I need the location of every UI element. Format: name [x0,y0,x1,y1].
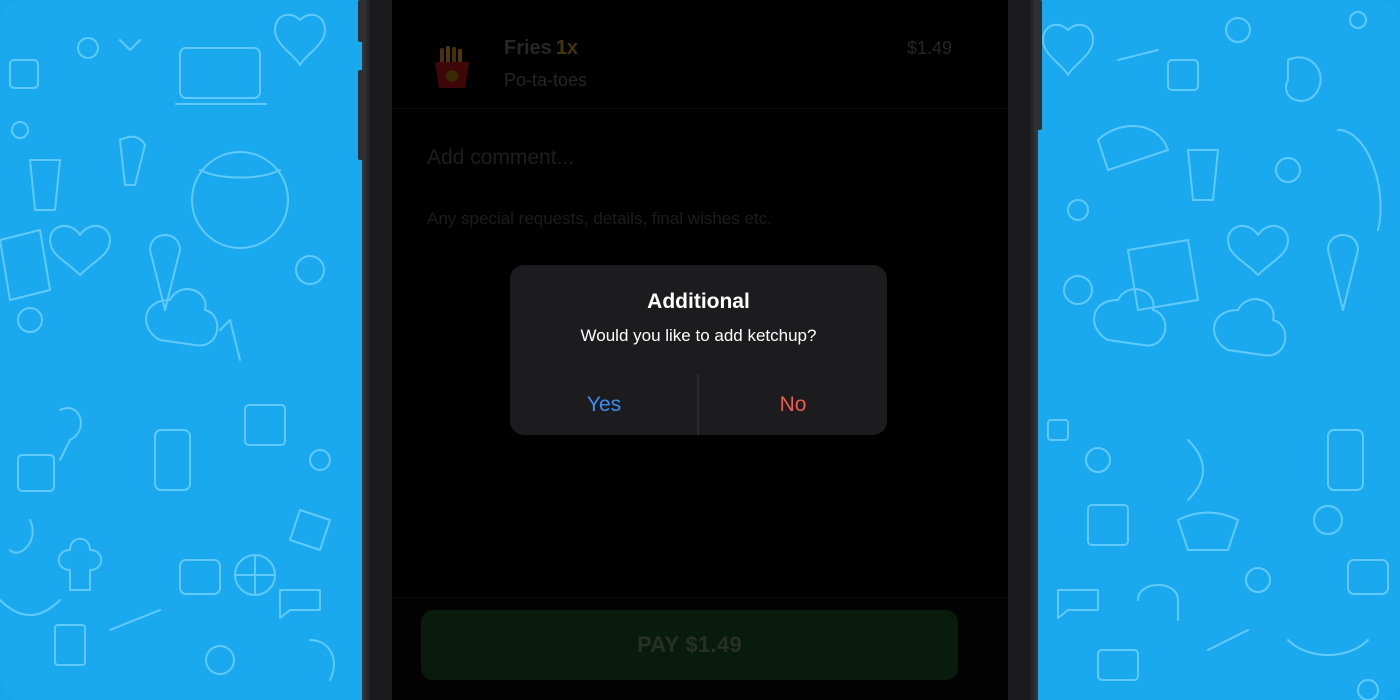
power-button [1036,0,1042,130]
alert-title: Additional [647,290,750,313]
doodle-background-right [1038,0,1400,700]
phone-frame: Fries 1x Po-ta-toes $1.49 Add comment... … [358,0,1042,700]
yes-button[interactable]: Yes [510,374,698,435]
volume-up-button [358,0,364,42]
doodle-background-left [0,0,362,700]
phone-screen: Fries 1x Po-ta-toes $1.49 Add comment... … [392,0,1008,700]
alert-dialog: Additional Would you like to add ketchup… [510,265,887,435]
volume-down-button [358,70,364,160]
no-button[interactable]: No [699,374,887,435]
page: Fries 1x Po-ta-toes $1.49 Add comment... … [0,0,1400,700]
alert-message: Would you like to add ketchup? [580,326,817,345]
